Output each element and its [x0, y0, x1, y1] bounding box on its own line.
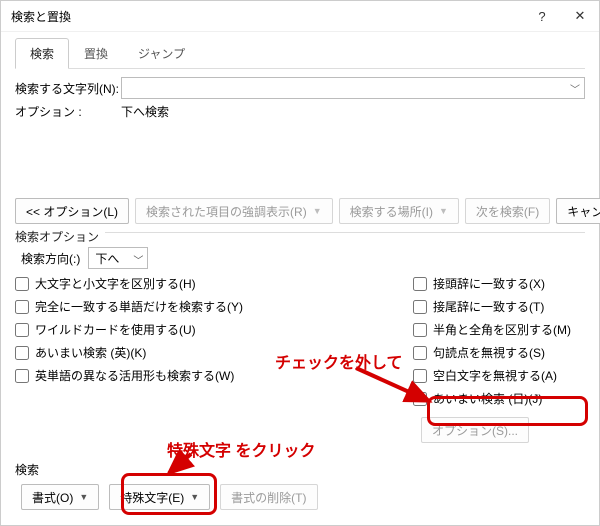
tab-search[interactable]: 検索	[15, 38, 69, 69]
format-button[interactable]: 書式(O)▼	[21, 484, 99, 510]
window-title: 検索と置換	[11, 8, 523, 25]
find-next-button[interactable]: 次を検索(F)	[465, 198, 550, 224]
direction-label: 検索方向(:)	[21, 250, 80, 267]
suffix-checkbox[interactable]: 接尾辞に一致する(T)	[413, 298, 585, 315]
find-input[interactable]: ﹀	[121, 77, 585, 99]
wildcards-checkbox[interactable]: ワイルドカードを使用する(U)	[15, 321, 315, 338]
punct-checkbox[interactable]: 句読点を無視する(S)	[413, 344, 585, 361]
match-case-checkbox[interactable]: 大文字と小文字を区別する(H)	[15, 275, 315, 292]
chevron-down-icon: ▼	[313, 206, 322, 216]
whitespace-checkbox[interactable]: 空白文字を無視する(A)	[413, 367, 585, 384]
no-format-button[interactable]: 書式の削除(T)	[220, 484, 317, 510]
help-button[interactable]: ?	[523, 1, 561, 31]
footer-buttons: 書式(O)▼ 特殊文字(E)▼ 書式の削除(T)	[21, 484, 585, 510]
sounds-ja-checkbox[interactable]: あいまい検索 (日)(J)	[413, 390, 585, 407]
close-button[interactable]: ✕	[561, 1, 599, 31]
footer-section-label: 検索	[15, 461, 585, 478]
word-forms-checkbox[interactable]: 英単語の異なる活用形も検索する(W)	[15, 367, 315, 384]
chevron-down-icon: ﹀	[133, 252, 143, 267]
search-options-title: 検索オプション	[15, 228, 105, 245]
chevron-down-icon[interactable]: ﹀	[570, 81, 580, 96]
whole-word-checkbox[interactable]: 完全に一致する単語だけを検索する(Y)	[15, 298, 315, 315]
direction-select[interactable]: 下へ ﹀	[88, 247, 148, 269]
options-value: 下へ検索	[121, 103, 169, 120]
ja-options-button[interactable]: オプション(S)...	[421, 417, 529, 443]
tab-replace[interactable]: 置換	[69, 38, 123, 68]
toggle-options-button[interactable]: << オプション(L)	[15, 198, 129, 224]
cancel-button[interactable]: キャンセル	[556, 198, 600, 224]
tab-strip: 検索 置換 ジャンプ	[15, 38, 585, 69]
width-checkbox[interactable]: 半角と全角を区別する(M)	[413, 321, 585, 338]
button-bar: << オプション(L) 検索された項目の強調表示(R)▼ 検索する場所(I)▼ …	[15, 198, 585, 224]
sounds-en-checkbox[interactable]: あいまい検索 (英)(K)	[15, 344, 315, 361]
title-bar: 検索と置換 ? ✕	[1, 1, 599, 32]
chevron-down-icon: ▼	[439, 206, 448, 216]
highlight-button[interactable]: 検索された項目の強調表示(R)▼	[135, 198, 333, 224]
tab-jump[interactable]: ジャンプ	[123, 38, 200, 68]
find-label: 検索する文字列(N):	[15, 80, 121, 97]
chevron-down-icon: ▼	[190, 492, 199, 502]
prefix-checkbox[interactable]: 接頭辞に一致する(X)	[413, 275, 585, 292]
dialog-window: 検索と置換 ? ✕ 検索 置換 ジャンプ 検索する文字列(N): ﹀ オプション…	[0, 0, 600, 526]
find-in-button[interactable]: 検索する場所(I)▼	[339, 198, 459, 224]
options-label: オプション :	[15, 103, 121, 120]
special-button[interactable]: 特殊文字(E)▼	[109, 484, 210, 510]
chevron-down-icon: ▼	[79, 492, 88, 502]
search-options-group: 検索オプション 検索方向(:) 下へ ﹀ 大文字と小文字を区別する(H) 完全に…	[15, 232, 585, 443]
